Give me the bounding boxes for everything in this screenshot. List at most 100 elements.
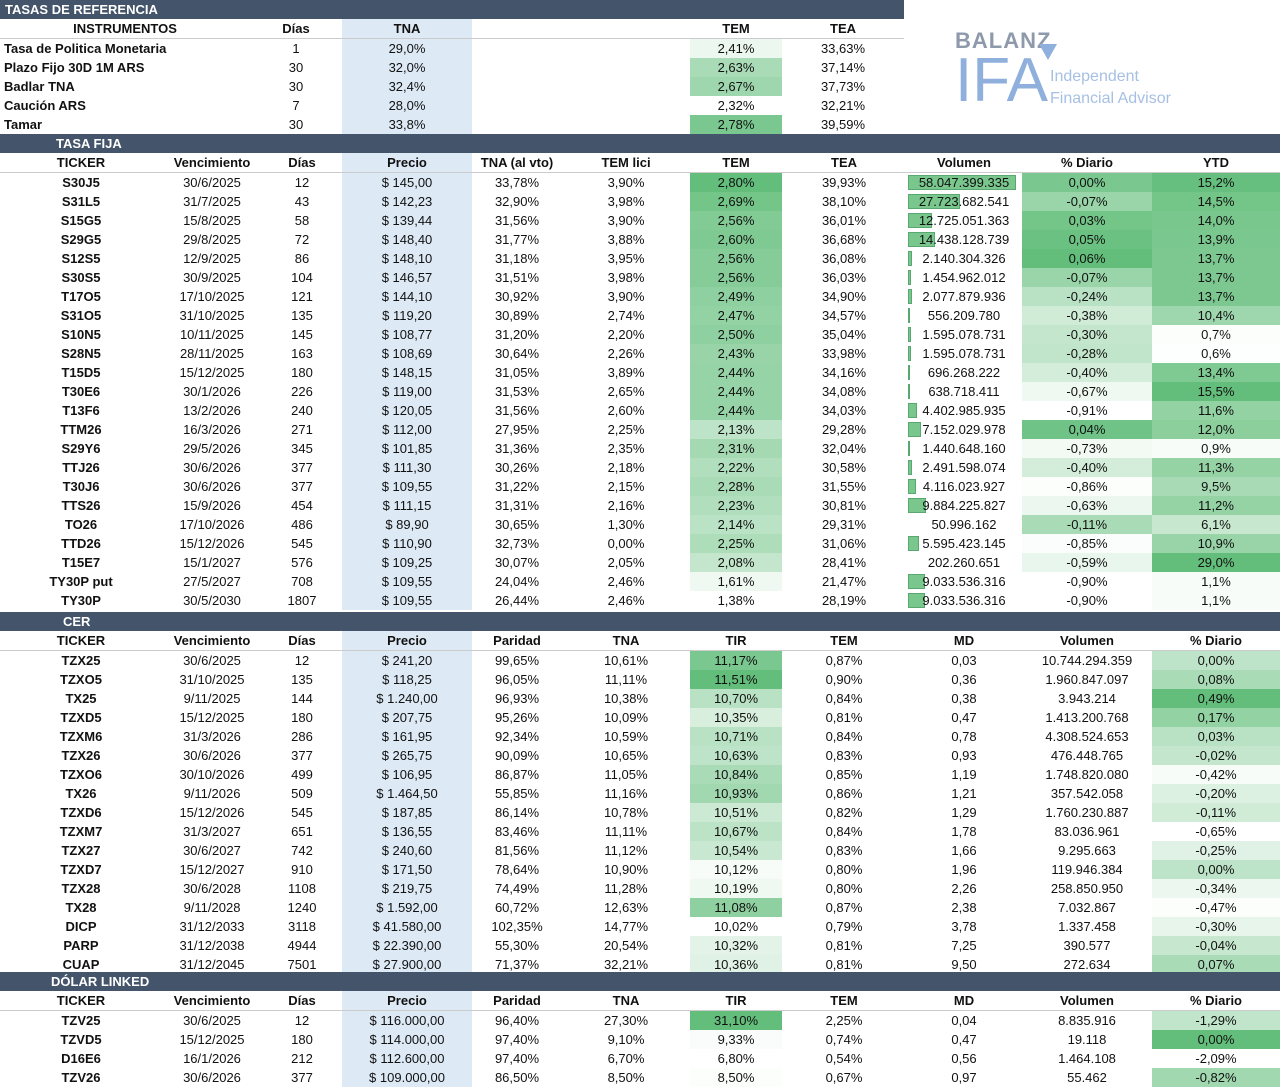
- tna-cell: 10,59%: [603, 729, 649, 744]
- daily-change-cell: 0,00%: [1152, 1030, 1280, 1049]
- price-cell: $ 119,20: [342, 306, 472, 325]
- tna-cell: 8,50%: [607, 1070, 645, 1085]
- tna-cell: 32,73%: [494, 536, 540, 551]
- days-cell: 30: [288, 60, 304, 75]
- price-cell: $ 119,00: [342, 382, 472, 401]
- ytd-cell: 15,5%: [1152, 382, 1280, 401]
- fija-header-cell: Volumen: [906, 153, 1022, 173]
- maturity-cell: 15/12/2025: [179, 710, 245, 725]
- tem-cell: 2,25%: [825, 1013, 863, 1028]
- tem-cell: 2,22%: [690, 458, 782, 477]
- tna-cell: 9,10%: [607, 1032, 645, 1047]
- ytd-cell: 11,2%: [1152, 496, 1280, 515]
- daily-change-cell: -0,11%: [1022, 515, 1152, 534]
- tem-lici-cell: 1,30%: [607, 517, 645, 532]
- ticker-cell: TY30P put: [49, 574, 113, 589]
- maturity-cell: 31/10/2025: [179, 308, 245, 323]
- price-cell: $ 144,10: [342, 287, 472, 306]
- tem-lici-cell: 2,15%: [607, 479, 645, 494]
- ytd-cell: 11,6%: [1152, 401, 1280, 420]
- logo-triangle-icon: [1039, 44, 1057, 60]
- table-row: TTD26 15/12/2026 545 $ 110,90 32,73% 0,00% 2,2…: [0, 534, 1280, 553]
- days-cell: 1807: [287, 593, 317, 608]
- fija-header-cell: Días: [262, 153, 342, 173]
- tea-cell: 28,41%: [821, 555, 867, 570]
- volume-bar: [908, 422, 921, 437]
- volume-value: 14.438.128.739: [918, 232, 1010, 247]
- blank-cell: [472, 58, 690, 77]
- logo-tagline: Independent Financial Advisor: [1050, 66, 1171, 110]
- tna-cell: 31,56%: [494, 213, 540, 228]
- ticker-cell: TZX27: [61, 843, 101, 858]
- table-row: D16E6 16/1/2026 212 $ 112.600,00 97,40% 6,70%…: [0, 1049, 1280, 1068]
- maturity-cell: 15/12/2026: [179, 536, 245, 551]
- daily-change-cell: -0,86%: [1022, 477, 1152, 496]
- md-cell: 1,29: [951, 805, 977, 820]
- parity-cell: 96,93%: [494, 691, 540, 706]
- parity-cell: 92,34%: [494, 729, 540, 744]
- volume-cell: 357.542.058: [1050, 786, 1124, 801]
- tea-cell: 34,16%: [821, 365, 867, 380]
- price-cell: $ 106,95: [342, 765, 472, 784]
- days-cell: 377: [291, 1070, 313, 1085]
- volume-cell: 83.036.961: [1054, 824, 1120, 839]
- daily-change-cell: 0,00%: [1152, 650, 1280, 670]
- ref-header-row: INSTRUMENTOS Días TNA TEM TEA: [0, 19, 904, 39]
- table-row: TZX26 30/6/2026 377 $ 265,75 90,09% 10,65% 10,…: [0, 746, 1280, 765]
- cer-header-cell: Paridad: [472, 631, 562, 651]
- maturity-cell: 30/1/2026: [183, 384, 241, 399]
- maturity-cell: 15/12/2025: [179, 1032, 245, 1047]
- tna-cell: 31,56%: [494, 403, 540, 418]
- tem-cell: 1,38%: [690, 591, 782, 610]
- ytd-cell: 14,0%: [1152, 211, 1280, 230]
- days-cell: 144: [291, 691, 313, 706]
- maturity-cell: 16/1/2026: [183, 1051, 241, 1066]
- days-cell: 226: [291, 384, 313, 399]
- maturity-cell: 16/3/2026: [183, 422, 241, 437]
- table-row: TZV26 30/6/2026 377 $ 109.000,00 86,50% 8,50%…: [0, 1068, 1280, 1087]
- table-row: Caución ARS 7 28,0% 2,32% 32,21%: [0, 96, 904, 115]
- ref-header-cell: Días: [250, 19, 342, 39]
- table-row: TZX28 30/6/2028 1108 $ 219,75 74,49% 11,28% 10…: [0, 879, 1280, 898]
- ytd-cell: 15,2%: [1152, 172, 1280, 192]
- tna-cell: 31,53%: [494, 384, 540, 399]
- days-cell: 651: [291, 824, 313, 839]
- tna-cell: 30,92%: [494, 289, 540, 304]
- table-row: TZX27 30/6/2027 742 $ 240,60 81,56% 11,12% 10,…: [0, 841, 1280, 860]
- days-cell: 286: [291, 729, 313, 744]
- tem-lici-cell: 3,88%: [607, 232, 645, 247]
- ticker-cell: D16E6: [61, 1051, 101, 1066]
- volume-cell: 638.718.411: [906, 382, 1022, 401]
- ytd-cell: 13,7%: [1152, 287, 1280, 306]
- price-cell: $ 148,10: [342, 249, 472, 268]
- ytd-cell: 10,4%: [1152, 306, 1280, 325]
- days-cell: 576: [291, 555, 313, 570]
- ticker-cell: T30J6: [62, 479, 100, 494]
- parity-cell: 60,72%: [494, 900, 540, 915]
- parity-cell: 83,46%: [494, 824, 540, 839]
- tna-cell: 27,30%: [603, 1013, 649, 1028]
- maturity-cell: 9/11/2025: [183, 691, 241, 706]
- maturity-cell: 31/3/2026: [183, 729, 241, 744]
- ticker-cell: PARP: [63, 938, 99, 953]
- ref-header-cell: [472, 19, 690, 39]
- tem-cell: 2,23%: [690, 496, 782, 515]
- ticker-cell: T15D5: [61, 365, 101, 380]
- volume-value: 696.268.222: [927, 365, 1001, 380]
- maturity-cell: 29/5/2026: [183, 441, 241, 456]
- maturity-cell: 30/6/2025: [183, 175, 241, 190]
- tea-cell: 38,10%: [821, 194, 867, 209]
- maturity-cell: 30/9/2025: [183, 270, 241, 285]
- table-row: TX28 9/11/2028 1240 $ 1.592,00 60,72% 12,63% 1…: [0, 898, 1280, 917]
- volume-cell: 9.033.536.316: [906, 591, 1022, 610]
- days-cell: 12: [294, 1013, 310, 1028]
- ticker-cell: TZXO5: [60, 672, 102, 687]
- volume-bar: [908, 441, 910, 456]
- fija-header-cell: YTD: [1152, 153, 1280, 173]
- volume-value: 2.491.598.074: [922, 460, 1006, 475]
- ytd-cell: 9,5%: [1152, 477, 1280, 496]
- tem-cell: 0,83%: [825, 748, 863, 763]
- price-cell: $ 110,90: [342, 534, 472, 553]
- days-cell: 742: [291, 843, 313, 858]
- daily-change-cell: -0,28%: [1022, 344, 1152, 363]
